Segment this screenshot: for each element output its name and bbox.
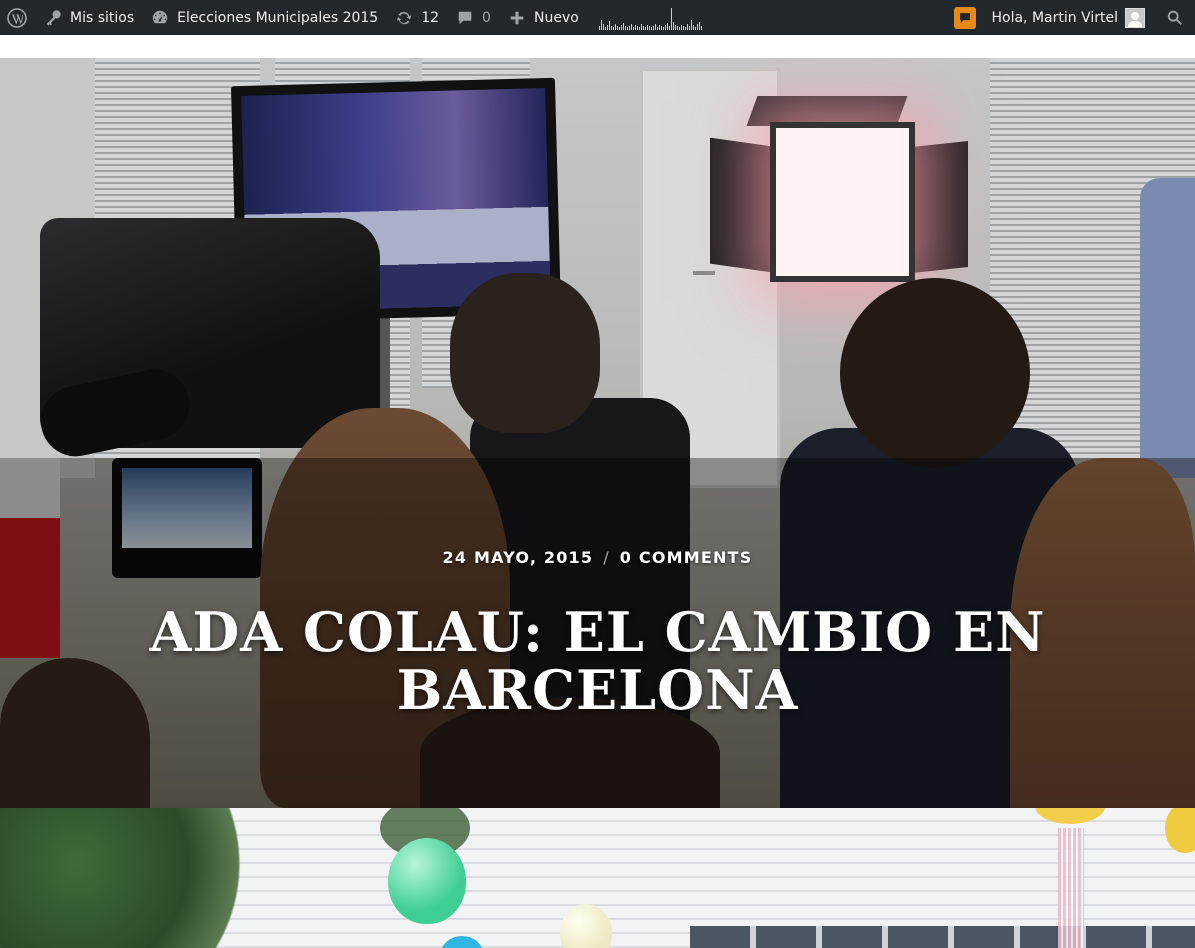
admin-bar-secondary: Hola, Martin Virtel xyxy=(946,0,1195,35)
photo-windows xyxy=(690,926,1195,948)
wordpress-icon xyxy=(7,7,27,28)
admin-bar: Mis sitios Elecciones Municipales 2015 1… xyxy=(0,0,1195,35)
post-title[interactable]: ADA COLAU: EL CAMBIO EN BARCELONA xyxy=(140,603,1055,719)
avatar xyxy=(1125,7,1145,28)
site-name-menu[interactable]: Elecciones Municipales 2015 xyxy=(142,0,386,35)
post-comments-link[interactable]: 0 COMMENTS xyxy=(620,548,753,567)
key-icon xyxy=(43,8,63,28)
featured-post[interactable]: 24 MAYO, 2015 / 0 COMMENTS ADA COLAU: EL C… xyxy=(0,58,1195,808)
photo-tassel xyxy=(1058,828,1084,948)
refresh-icon xyxy=(394,8,414,28)
next-post[interactable] xyxy=(0,808,1195,948)
comments-menu[interactable]: 0 xyxy=(447,0,499,35)
dashboard-icon xyxy=(150,8,170,28)
search-icon xyxy=(1165,8,1185,28)
comments-count: 0 xyxy=(482,9,491,26)
plus-icon xyxy=(507,8,527,28)
notification-icon[interactable] xyxy=(953,6,976,29)
post-header: 24 MAYO, 2015 / 0 COMMENTS ADA COLAU: EL C… xyxy=(0,58,1195,808)
sparkline-icon[interactable] xyxy=(587,6,710,30)
post-meta: 24 MAYO, 2015 / 0 COMMENTS xyxy=(0,548,1195,567)
post-date[interactable]: 24 MAYO, 2015 xyxy=(443,548,594,567)
my-sites-label: Mis sitios xyxy=(70,9,135,26)
new-content-label: Nuevo xyxy=(533,9,579,26)
comment-icon xyxy=(455,8,475,28)
account-greeting: Hola, Martin Virtel xyxy=(991,9,1119,26)
my-sites-menu[interactable]: Mis sitios xyxy=(35,0,142,35)
updates-menu[interactable]: 12 xyxy=(386,0,447,35)
updates-count: 12 xyxy=(421,9,440,26)
search-button[interactable] xyxy=(1153,0,1195,35)
my-account-menu[interactable]: Hola, Martin Virtel xyxy=(984,0,1154,35)
site-name-label: Elecciones Municipales 2015 xyxy=(177,9,379,26)
photo-balloon xyxy=(388,838,466,924)
meta-separator: / xyxy=(603,548,610,567)
new-content-menu[interactable]: Nuevo xyxy=(499,0,587,35)
photo-tree xyxy=(0,808,260,948)
wp-logo-menu[interactable] xyxy=(0,0,35,35)
